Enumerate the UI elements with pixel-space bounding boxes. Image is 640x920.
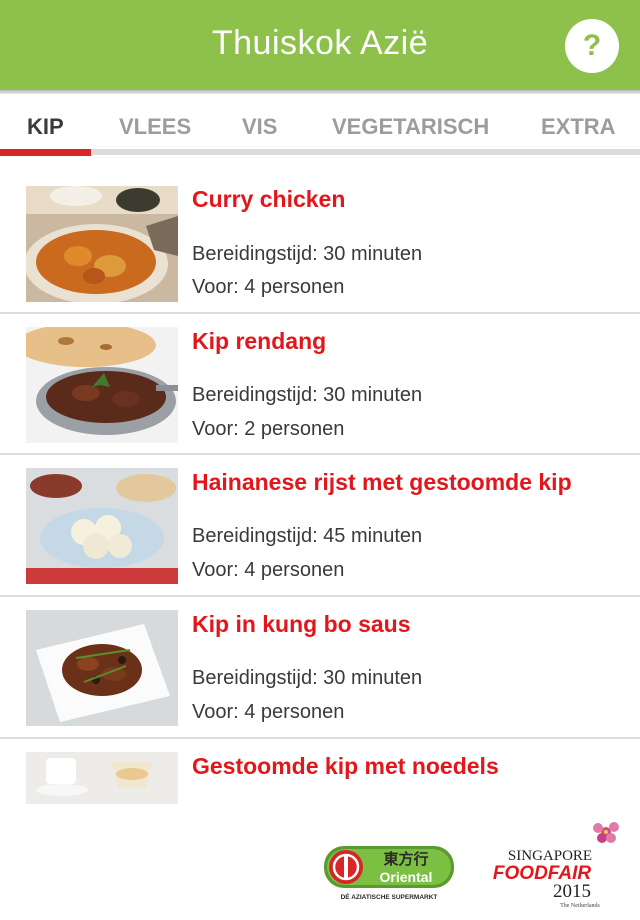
- tab-track: [0, 149, 640, 155]
- recipe-title: Curry chicken: [192, 186, 346, 212]
- recipe-persons: Voor: 4 personen: [192, 701, 345, 723]
- svg-text:東方行: 東方行: [383, 850, 428, 868]
- recipe-row-kip-kung-bo[interactable]: Kip in kung bo saus Bereidingstijd: 30 m…: [0, 597, 640, 739]
- recipe-time: Bereidingstijd: 30 minuten: [192, 384, 423, 406]
- category-tabs: KIP VLEES VIS VEGETARISCH EXTRA: [0, 94, 640, 156]
- svg-text:The Netherlands: The Netherlands: [560, 903, 600, 909]
- recipe-row-gestoomde-kip[interactable]: Gestoomde kip met noedels: [0, 739, 640, 809]
- recipe-row-curry-chicken[interactable]: Curry chicken Bereidingstijd: 30 minuten…: [0, 156, 640, 302]
- recipe-title: Hainanese rijst met gestoomde kip: [192, 469, 572, 495]
- recipe-title: Gestoomde kip met noedels: [192, 753, 499, 779]
- tab-vis[interactable]: VIS: [242, 114, 277, 140]
- tab-extra[interactable]: EXTRA: [541, 114, 616, 140]
- recipe-image-hainanese-rijst: [26, 468, 178, 584]
- recipe-image-gestoomde-kip: [26, 752, 178, 804]
- app-bar: Thuiskok Azië ?: [0, 0, 640, 90]
- recipe-title: Kip in kung bo saus: [192, 611, 411, 637]
- tab-kip[interactable]: KIP: [27, 114, 64, 140]
- recipe-persons: Voor: 4 personen: [192, 559, 345, 581]
- recipe-image-kip-kung-bo: [26, 610, 178, 726]
- recipe-row-hainanese-rijst[interactable]: Hainanese rijst met gestoomde kip Bereid…: [0, 455, 640, 597]
- tab-vegetarisch[interactable]: VEGETARISCH: [332, 114, 489, 140]
- help-button[interactable]: ?: [565, 19, 619, 73]
- tab-active-indicator: [0, 149, 91, 156]
- svg-text:DÉ AZIATISCHE SUPERMARKT: DÉ AZIATISCHE SUPERMARKT: [341, 892, 438, 901]
- oriental-logo: 東方行 Oriental DÉ AZIATISCHE SUPERMARKT: [324, 842, 456, 904]
- recipe-row-kip-rendang[interactable]: Kip rendang Bereidingstijd: 30 minuten V…: [0, 314, 640, 456]
- recipe-image-curry-chicken: [26, 186, 178, 302]
- recipe-title: Kip rendang: [192, 328, 327, 354]
- svg-text:2015: 2015: [553, 881, 591, 902]
- app-title: Thuiskok Azië: [211, 24, 429, 62]
- singapore-foodfair-logo: SINGAPORE FOODFAIR 2015 The Netherlands: [480, 818, 626, 910]
- recipe-time: Bereidingstijd: 30 minuten: [192, 667, 423, 689]
- tab-vlees[interactable]: VLEES: [119, 114, 191, 140]
- svg-text:SINGAPORE: SINGAPORE: [508, 848, 592, 864]
- recipe-persons: Voor: 2 personen: [192, 418, 345, 440]
- recipe-time: Bereidingstijd: 45 minuten: [192, 525, 423, 547]
- recipe-time: Bereidingstijd: 30 minuten: [192, 243, 423, 265]
- svg-text:Oriental: Oriental: [380, 869, 433, 885]
- recipe-persons: Voor: 4 personen: [192, 276, 345, 298]
- recipe-image-kip-rendang: [26, 327, 178, 443]
